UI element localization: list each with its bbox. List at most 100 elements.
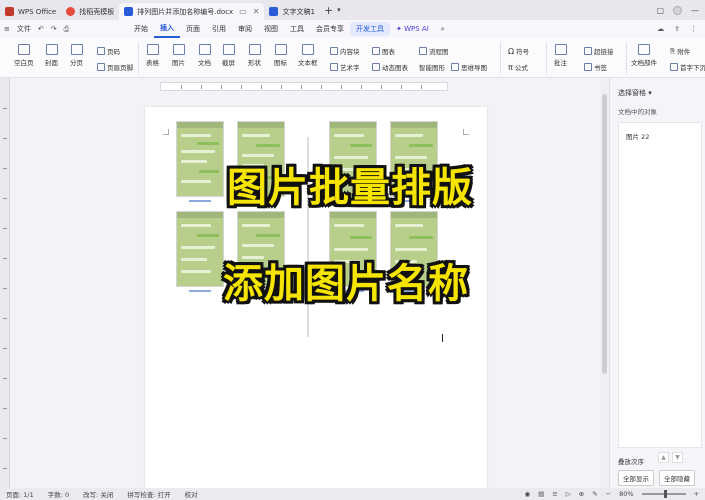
tab-template[interactable]: 找稻壳模板 — [61, 3, 119, 20]
document-page[interactable]: 图片批量排版 添加图片名称 — [145, 107, 487, 488]
cloud-icon[interactable]: ☁ — [657, 25, 664, 33]
menu-member[interactable]: 会员专享 — [310, 20, 350, 38]
zoom-in-icon[interactable]: + — [694, 490, 699, 498]
menu-insert[interactable]: 插入 — [154, 20, 180, 38]
formula-button[interactable]: π 公式 — [508, 62, 528, 73]
menu-view[interactable]: 视图 — [258, 20, 284, 38]
table-button[interactable]: 表格 — [146, 44, 159, 67]
doc-part-button[interactable]: 文档部件 — [631, 44, 657, 67]
blank-page-button[interactable]: 空白页 — [14, 44, 34, 67]
doc-part-icon — [638, 44, 650, 55]
avatar[interactable] — [673, 5, 682, 15]
page-indicator[interactable]: 页面: 1/1 — [6, 489, 34, 499]
more-icon[interactable]: ⋮ — [690, 25, 697, 33]
doc-button[interactable]: 文档 — [198, 44, 211, 67]
page-number-button[interactable]: 页码 — [97, 46, 120, 56]
layout-icon[interactable]: ▢ — [656, 6, 664, 15]
page-view-icon[interactable]: ▤ — [538, 490, 544, 498]
pen-icon[interactable]: ✎ — [592, 490, 597, 498]
mindmap-button[interactable]: 思维导图 — [451, 62, 487, 72]
minimize-icon[interactable]: — — [691, 6, 699, 15]
zoom-level[interactable]: 80% — [619, 490, 633, 498]
icon-button[interactable]: 图标 — [274, 44, 287, 67]
search-icon[interactable]: ⌕ — [435, 20, 451, 38]
menu-wps-ai[interactable]: ✦ WPS AI — [390, 20, 435, 38]
symbol-button[interactable]: Ω 符号 — [508, 46, 529, 57]
bookmark-button[interactable]: 书签 — [584, 62, 607, 72]
tab-document-active[interactable]: 排列图片并添加名称编号.docx ▭ ✕ — [119, 3, 265, 20]
scissors-icon — [222, 44, 235, 55]
horizontal-ruler[interactable] — [160, 82, 448, 91]
tab-document-2[interactable]: 文字文稿1 — [264, 3, 319, 20]
print-icon[interactable]: ⎙ — [64, 25, 70, 34]
file-menu[interactable]: 文件 — [17, 24, 31, 34]
menu-reference[interactable]: 引用 — [206, 20, 232, 38]
menu-page[interactable]: 页面 — [180, 20, 206, 38]
screenshot-thumbnail[interactable] — [176, 121, 224, 197]
redo-icon[interactable]: ↷ — [51, 25, 57, 33]
new-tab-icon[interactable]: + — [324, 4, 333, 17]
content-block-button[interactable]: 内容块 — [330, 46, 360, 56]
art-text-button[interactable]: 艺术字 — [330, 62, 360, 72]
proofread-button[interactable]: 校对 — [185, 489, 198, 499]
eye-icon[interactable]: ◉ — [524, 490, 530, 498]
hyperlink-button[interactable]: 超链接 — [584, 46, 614, 56]
document-canvas[interactable]: 图片批量排版 添加图片名称 — [10, 78, 600, 488]
word-count[interactable]: 字数: 0 — [48, 489, 69, 499]
bookmark-icon — [584, 63, 592, 71]
chevron-down-icon[interactable]: ▼ — [672, 452, 683, 463]
vertical-scrollbar[interactable] — [600, 78, 609, 488]
menu-tools[interactable]: 工具 — [284, 20, 310, 38]
textbox-button[interactable]: 文本框 — [298, 44, 318, 67]
chevron-down-icon[interactable]: ▾ — [337, 6, 341, 14]
monitor-icon[interactable]: ▭ — [239, 7, 247, 16]
screenshot-thumbnail[interactable] — [176, 211, 224, 287]
mindmap-icon — [451, 63, 459, 71]
share-icon[interactable]: ⇪ — [674, 25, 680, 33]
chart-button[interactable]: 图表 — [372, 46, 395, 56]
list-view-icon[interactable]: ≡ — [552, 490, 557, 498]
zoom-out-icon[interactable]: − — [606, 490, 611, 498]
label: 文档部件 — [631, 59, 657, 67]
overwrite-status[interactable]: 改写: 关闭 — [83, 489, 113, 499]
dynamic-chart-button[interactable]: 动态图表 — [372, 62, 408, 72]
cover-button[interactable]: 封面 — [45, 44, 58, 67]
label: 表格 — [146, 59, 159, 67]
hamburger-icon[interactable]: ≡ — [4, 25, 10, 33]
separator — [546, 42, 547, 74]
chevron-up-icon[interactable]: ▲ — [658, 452, 669, 463]
web-view-icon[interactable]: ⊕ — [579, 490, 584, 498]
image-icon — [172, 44, 185, 55]
screenshot-button[interactable]: 截屏 — [222, 44, 235, 67]
menu-home[interactable]: 开始 — [128, 20, 154, 38]
spell-check-status[interactable]: 拼写检查: 打开 — [127, 489, 170, 499]
close-icon[interactable]: ✕ — [253, 7, 260, 16]
list-item[interactable]: 图片 22 — [626, 131, 649, 141]
drop-cap-button[interactable]: 首字下沉 — [670, 62, 705, 72]
menu-developer[interactable]: 开发工具 — [350, 22, 390, 36]
pane-title[interactable]: 选择窗格 ▾ — [618, 88, 652, 98]
show-all-button[interactable]: 全部显示 — [618, 470, 654, 486]
label: 页眉页脚 — [107, 64, 133, 72]
scrollbar-thumb[interactable] — [602, 94, 607, 374]
smart-shape-button[interactable]: 智能图形 — [419, 62, 445, 72]
section-break-button[interactable]: 分页 — [70, 44, 83, 67]
vertical-ruler[interactable] — [0, 78, 10, 488]
art-text-icon — [330, 63, 338, 71]
label: 超链接 — [594, 48, 614, 56]
comment-button[interactable]: 批注 — [554, 44, 567, 67]
tab-wps-office[interactable]: WPS Office — [0, 3, 61, 20]
undo-icon[interactable]: ↶ — [38, 25, 44, 33]
header-footer-button[interactable]: 页眉页脚 — [97, 62, 133, 72]
zoom-slider[interactable] — [641, 490, 686, 498]
shape-button[interactable]: 形状 — [248, 44, 261, 67]
play-icon[interactable]: ▷ — [566, 490, 571, 498]
menu-review[interactable]: 审阅 — [232, 20, 258, 38]
icons-icon — [274, 44, 287, 55]
ruler-tick — [3, 318, 7, 319]
attachment-button[interactable]: ⎘ 附件 — [670, 46, 690, 57]
image-button[interactable]: 图片 — [172, 44, 185, 67]
zoom-slider-handle[interactable] — [663, 490, 667, 498]
hide-all-button[interactable]: 全部隐藏 — [659, 470, 695, 486]
flowchart-button[interactable]: 流程图 — [419, 46, 449, 56]
